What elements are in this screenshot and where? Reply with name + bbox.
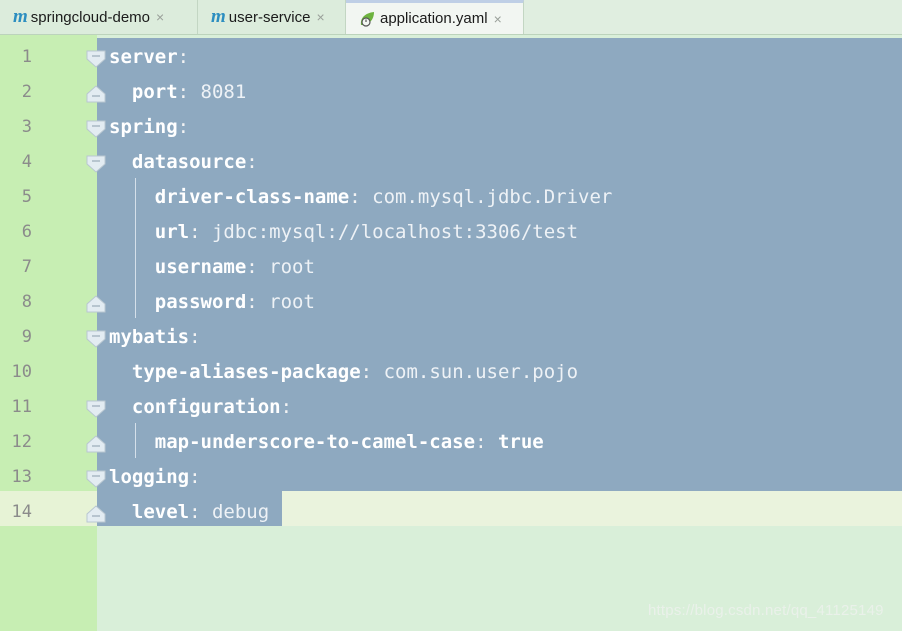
code-line[interactable]: 7 username: root	[0, 250, 902, 285]
yaml-value: 8081	[200, 81, 247, 103]
code-line[interactable]: 8 password: root	[0, 285, 902, 320]
tab-springcloud-demo[interactable]: m springcloud-demo ×	[0, 0, 198, 34]
yaml-key: server	[109, 46, 178, 68]
code-line[interactable]: 12 map-underscore-to-camel-case: true	[0, 425, 902, 460]
code-line[interactable]: 3 spring:	[0, 110, 902, 145]
yaml-separator: :	[246, 256, 270, 278]
tab-label: application.yaml	[380, 10, 488, 27]
line-number: 10	[11, 362, 32, 382]
yaml-value: jdbc:mysql://localhost:3306/test	[211, 221, 579, 243]
fold-open-icon[interactable]	[86, 120, 106, 138]
code-line[interactable]: 13 logging:	[0, 460, 902, 495]
yaml-separator: :	[177, 116, 190, 138]
code-line[interactable]: 10 type-aliases-package: com.sun.user.po…	[0, 355, 902, 390]
yaml-separator: :	[349, 186, 373, 208]
line-number: 6	[21, 222, 32, 242]
yaml-separator: :	[475, 431, 498, 453]
fold-open-icon[interactable]	[86, 330, 106, 348]
code-line[interactable]: 11 configuration:	[0, 390, 902, 425]
yaml-key: driver-class-name	[154, 186, 350, 208]
yaml-separator: :	[189, 221, 212, 243]
code-line-current[interactable]: 14 level: debug	[0, 495, 902, 530]
fold-open-icon[interactable]	[86, 155, 106, 173]
line-number: 1	[21, 47, 32, 67]
line-number: 5	[21, 187, 32, 207]
code-line[interactable]: 6 url: jdbc:mysql://localhost:3306/test	[0, 215, 902, 250]
code-line[interactable]: 1 server:	[0, 40, 902, 75]
line-number: 2	[21, 82, 32, 102]
editor-tab-bar: m springcloud-demo × m user-service × ap…	[0, 0, 902, 35]
yaml-separator: :	[189, 501, 212, 523]
yaml-key: port	[131, 81, 178, 103]
line-number: 14	[11, 502, 32, 522]
yaml-key: map-underscore-to-camel-case	[154, 431, 476, 453]
line-number: 13	[11, 467, 32, 487]
yaml-value: com.mysql.jdbc.Driver	[372, 186, 613, 208]
fold-end-icon[interactable]	[86, 435, 106, 453]
close-icon[interactable]: ×	[316, 9, 324, 25]
code-line[interactable]: 9 mybatis:	[0, 320, 902, 355]
yaml-key: password	[154, 291, 247, 313]
yaml-value: debug	[211, 501, 270, 523]
line-number: 9	[21, 327, 32, 347]
yaml-key: username	[154, 256, 247, 278]
spring-leaf-icon	[360, 11, 374, 27]
yaml-key: spring	[109, 116, 178, 138]
close-icon[interactable]: ×	[494, 11, 502, 27]
watermark-text: https://blog.csdn.net/qq_41125149	[648, 602, 884, 619]
yaml-separator: :	[360, 361, 384, 383]
line-number: 11	[11, 397, 32, 417]
tab-user-service[interactable]: m user-service ×	[198, 0, 346, 34]
yaml-separator: :	[246, 151, 258, 173]
yaml-separator: :	[189, 466, 201, 488]
yaml-separator: :	[177, 81, 201, 103]
yaml-value: root	[269, 256, 315, 278]
fold-open-icon[interactable]	[86, 400, 106, 418]
tab-application-yaml[interactable]: application.yaml ×	[346, 0, 524, 34]
yaml-separator: :	[246, 291, 270, 313]
yaml-boolean-value: true	[497, 431, 544, 453]
yaml-separator: :	[189, 326, 201, 348]
yaml-key: configuration	[131, 396, 281, 418]
yaml-key: mybatis	[109, 326, 190, 348]
yaml-key: level	[131, 501, 190, 523]
close-icon[interactable]: ×	[156, 9, 164, 25]
fold-end-icon[interactable]	[86, 295, 106, 313]
fold-end-icon[interactable]	[86, 85, 106, 103]
fold-end-icon[interactable]	[86, 505, 106, 523]
line-number: 7	[21, 257, 32, 277]
yaml-value: com.sun.user.pojo	[383, 361, 579, 383]
tab-label: springcloud-demo	[30, 8, 151, 26]
yaml-key: datasource	[131, 151, 247, 173]
yaml-key: url	[154, 221, 190, 243]
line-number: 8	[21, 292, 32, 312]
line-number: 4	[21, 152, 32, 172]
code-line[interactable]: 2 port: 8081	[0, 75, 902, 110]
yaml-key: logging	[109, 466, 190, 488]
yaml-separator: :	[177, 46, 190, 68]
tab-label: user-service	[228, 8, 311, 26]
code-line[interactable]: 5 driver-class-name: com.mysql.jdbc.Driv…	[0, 180, 902, 215]
yaml-key: type-aliases-package	[131, 361, 361, 383]
yaml-separator: :	[280, 396, 293, 418]
yaml-value: root	[269, 291, 315, 313]
fold-open-icon[interactable]	[86, 50, 106, 68]
line-number: 3	[21, 117, 32, 137]
maven-module-icon: m	[13, 6, 28, 27]
fold-open-icon[interactable]	[86, 470, 106, 488]
code-line[interactable]: 4 datasource:	[0, 145, 902, 180]
line-number: 12	[11, 432, 32, 452]
maven-module-icon: m	[211, 6, 226, 27]
